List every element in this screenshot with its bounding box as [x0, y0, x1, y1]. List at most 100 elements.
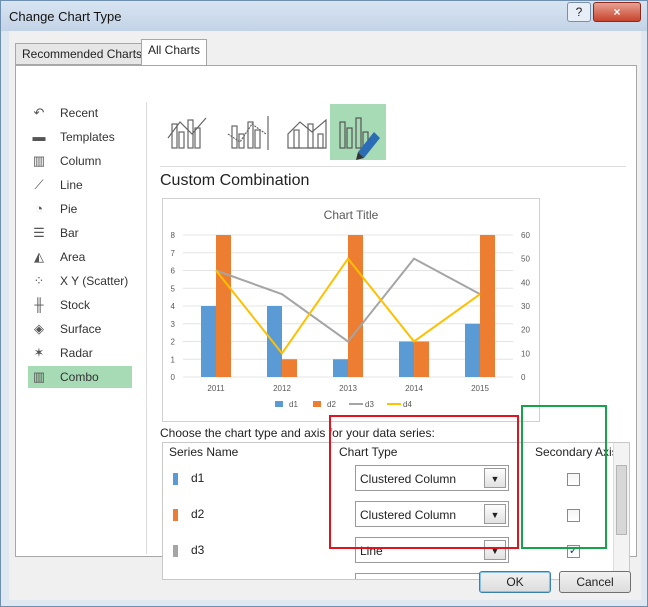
- bar-d1-2013: [333, 359, 348, 377]
- y-tick-label: 7: [171, 249, 176, 258]
- nav-item-combo[interactable]: ▥ Combo: [28, 366, 132, 388]
- dialog-title: Change Chart Type: [9, 9, 122, 24]
- x-tick-label: 2011: [207, 384, 225, 393]
- combo-chart: Chart Title 0 1 2 3 4 5 6 7 8 0 10 20 30 40 50 60 2011 201…: [171, 208, 531, 409]
- line-chart-icon: ⟋: [34, 177, 44, 192]
- y2-tick-label: 40: [521, 278, 530, 287]
- y2-tick-label: 50: [521, 255, 530, 264]
- series-color-swatch: [173, 545, 178, 557]
- y2-tick-label: 60: [521, 231, 530, 240]
- y-tick-label: 5: [171, 284, 176, 293]
- nav-item-recent[interactable]: ↶ Recent: [28, 102, 132, 124]
- y-tick-label: 6: [171, 267, 176, 276]
- y-tick-label: 0: [171, 373, 176, 382]
- legend-swatch-d2: [313, 401, 321, 407]
- combo-stacked-area-column-icon[interactable]: [280, 104, 336, 160]
- ok-button[interactable]: OK: [479, 571, 551, 593]
- bar-d1-2012: [267, 306, 282, 377]
- legend-label-d2: d2: [327, 400, 336, 409]
- bar-d2-2014: [414, 341, 429, 377]
- bar-d1-2011: [201, 306, 216, 377]
- chart-title: Chart Title: [324, 208, 379, 222]
- y-tick-label: 1: [171, 355, 176, 364]
- folder-icon: ▬: [32, 129, 46, 144]
- stock-chart-icon: ╫: [34, 297, 44, 312]
- column-chart-icon: ▥: [32, 153, 46, 168]
- scatter-chart-icon: ⁘: [33, 273, 45, 288]
- radar-chart-icon: ✶: [33, 345, 45, 360]
- x-tick-label: 2014: [405, 384, 423, 393]
- combo-secondary-axis-line-icon[interactable]: [220, 104, 276, 160]
- series-name: d1: [191, 471, 205, 485]
- nav-item-pie[interactable]: ◔ Pie: [28, 198, 132, 220]
- legend-label-d3: d3: [365, 400, 374, 409]
- y2-tick-label: 0: [521, 373, 526, 382]
- bar-d2-2011: [216, 235, 231, 377]
- nav-item-label: Radar: [60, 346, 93, 360]
- tab-recommended-charts[interactable]: Recommended Charts: [15, 43, 150, 65]
- chart-type-highlight: [329, 415, 519, 549]
- y-tick-label: 8: [171, 231, 176, 240]
- change-chart-type-dialog: Change Chart Type ? × Recommended Charts…: [0, 0, 648, 607]
- y-tick-label: 3: [171, 320, 176, 329]
- combo-clustered-column-line-icon[interactable]: [160, 104, 216, 160]
- series-name: d2: [191, 507, 205, 521]
- area-chart-icon: ◭: [34, 249, 44, 264]
- header-series-name: Series Name: [169, 445, 239, 459]
- nav-item-label: X Y (Scatter): [60, 274, 129, 288]
- tab-all-charts[interactable]: All Charts: [141, 39, 208, 66]
- y-tick-label: 2: [171, 338, 176, 347]
- x-tick-label: 2012: [273, 384, 291, 393]
- scrollbar-thumb[interactable]: [616, 465, 627, 535]
- legend-label-d4: d4: [403, 400, 412, 409]
- series-name: d3: [191, 543, 205, 557]
- y2-tick-label: 20: [521, 326, 530, 335]
- nav-item-label: Bar: [60, 226, 79, 240]
- bar-d2-2015: [480, 235, 495, 377]
- nav-item-label: Area: [60, 250, 86, 264]
- nav-item-column[interactable]: ▥ Column: [28, 150, 132, 172]
- series-color-swatch: [173, 509, 178, 521]
- legend-label-d1: d1: [289, 400, 298, 409]
- nav-item-label: Recent: [60, 106, 99, 120]
- combo-chart-icon: ▥: [32, 369, 46, 384]
- nav-item-label: Column: [60, 154, 102, 168]
- y2-tick-label: 30: [521, 302, 530, 311]
- nav-item-label: Surface: [60, 322, 102, 336]
- nav-item-line[interactable]: ⟋ Line: [28, 174, 132, 196]
- bar-d1-2014: [399, 341, 414, 377]
- cancel-button[interactable]: Cancel: [559, 571, 631, 593]
- pie-chart-icon: ◔: [35, 201, 43, 216]
- nav-item-label: Combo: [60, 370, 99, 384]
- nav-item-x-y-scatter[interactable]: ⁘ X Y (Scatter): [28, 270, 132, 292]
- section-title: Custom Combination: [160, 172, 310, 189]
- divider: [160, 166, 626, 167]
- divider: [146, 102, 147, 554]
- help-button[interactable]: ?: [567, 2, 591, 22]
- recent-icon: ↶: [33, 105, 45, 120]
- close-button[interactable]: ×: [593, 2, 641, 22]
- nav-item-templates[interactable]: ▬ Templates: [28, 126, 132, 148]
- nav-item-label: Line: [60, 178, 83, 192]
- nav-item-surface[interactable]: ◈ Surface: [28, 318, 132, 340]
- nav-item-radar[interactable]: ✶ Radar: [28, 342, 132, 364]
- x-tick-label: 2015: [471, 384, 489, 393]
- bar-chart-icon: ☰: [33, 225, 45, 240]
- nav-item-label: Templates: [60, 130, 115, 144]
- chart-preview: Chart Title 0 1 2 3 4 5 6 7 8 0 10 20 30 40 50 60 2011 201…: [162, 198, 540, 422]
- nav-item-bar[interactable]: ☰ Bar: [28, 222, 132, 244]
- secondary-axis-highlight: [521, 405, 607, 549]
- surface-chart-icon: ◈: [34, 321, 44, 336]
- x-tick-label: 2013: [339, 384, 357, 393]
- series-scrollbar[interactable]: [613, 443, 629, 579]
- legend-swatch-d1: [275, 401, 283, 407]
- nav-item-area[interactable]: ◭ Area: [28, 246, 132, 268]
- series-color-swatch: [173, 473, 178, 485]
- series-name: d4: [191, 579, 204, 580]
- title-bar: Change Chart Type ? ×: [1, 1, 647, 31]
- custom-combination-icon[interactable]: [330, 104, 386, 160]
- y2-tick-label: 10: [521, 349, 530, 358]
- bar-d1-2015: [465, 323, 480, 377]
- nav-item-label: Pie: [60, 202, 78, 216]
- nav-item-stock[interactable]: ╫ Stock: [28, 294, 132, 316]
